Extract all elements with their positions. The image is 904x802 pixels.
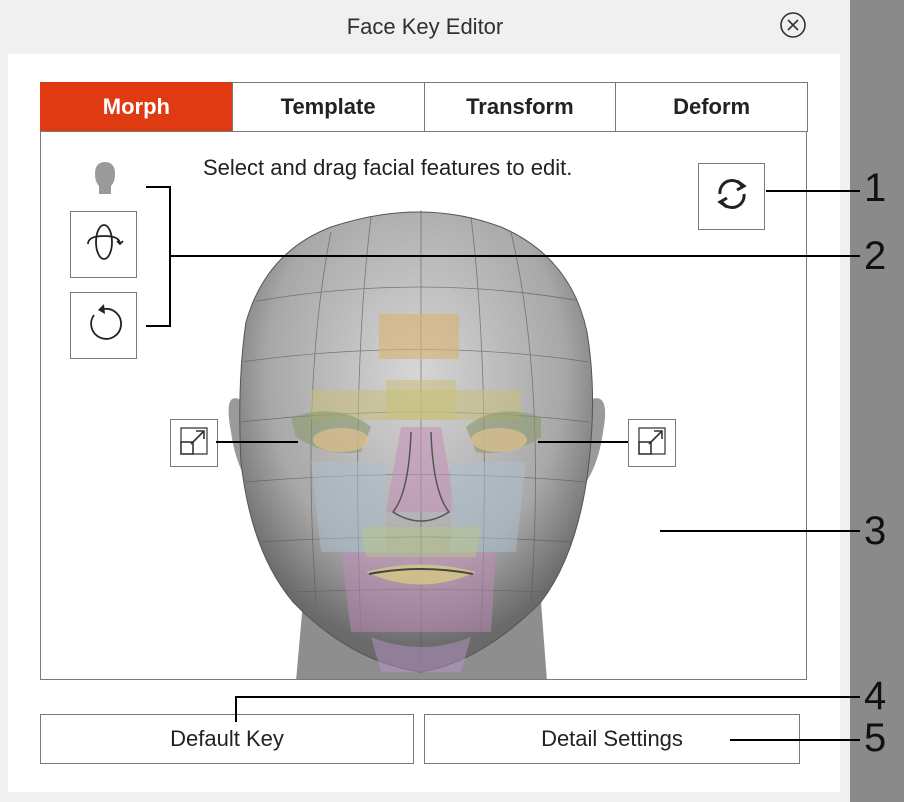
callout-1: 1: [864, 166, 887, 210]
callout-2: 2: [864, 234, 887, 278]
callout-5: 5: [864, 716, 887, 760]
callout-3: 3: [864, 509, 887, 553]
callout-lines: [146, 186, 860, 741]
callout-4: 4: [864, 674, 887, 718]
